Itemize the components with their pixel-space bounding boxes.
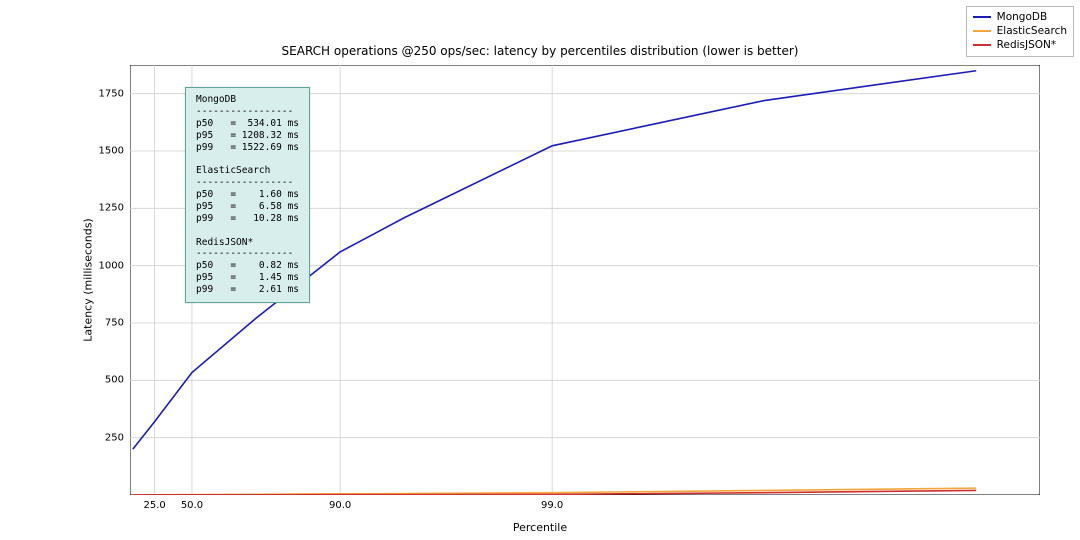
y-tick-label: 1000 — [84, 260, 124, 271]
legend-label: RedisJSON* — [997, 38, 1056, 52]
legend-item-mongodb: MongoDB — [973, 10, 1067, 24]
legend-label: ElasticSearch — [997, 24, 1067, 38]
y-tick-label: 500 — [84, 375, 124, 386]
y-tick-label: 1500 — [84, 146, 124, 157]
legend-item-elasticsearch: ElasticSearch — [973, 24, 1067, 38]
legend-swatch — [973, 16, 991, 18]
y-tick-label: 1750 — [84, 88, 124, 99]
y-tick-label: 250 — [84, 432, 124, 443]
x-tick-label: 50.0 — [181, 500, 203, 511]
legend: MongoDB ElasticSearch RedisJSON* — [966, 6, 1074, 57]
legend-item-redisjson: RedisJSON* — [973, 38, 1067, 52]
legend-swatch — [973, 44, 991, 46]
y-tick-label: 750 — [84, 318, 124, 329]
x-tick-label: 99.0 — [541, 500, 563, 511]
latency-percentile-chart: SEARCH operations @250 ops/sec: latency … — [0, 0, 1080, 540]
chart-title: SEARCH operations @250 ops/sec: latency … — [0, 44, 1080, 58]
y-tick-label: 1250 — [84, 203, 124, 214]
legend-swatch — [973, 30, 991, 32]
plot-area: MongoDB ----------------- p50 = 534.01 m… — [130, 65, 1040, 495]
x-axis-label: Percentile — [0, 521, 1080, 534]
stats-box: MongoDB ----------------- p50 = 534.01 m… — [185, 87, 310, 303]
x-tick-label: 25.0 — [143, 500, 165, 511]
x-tick-label: 90.0 — [329, 500, 351, 511]
legend-label: MongoDB — [997, 10, 1048, 24]
